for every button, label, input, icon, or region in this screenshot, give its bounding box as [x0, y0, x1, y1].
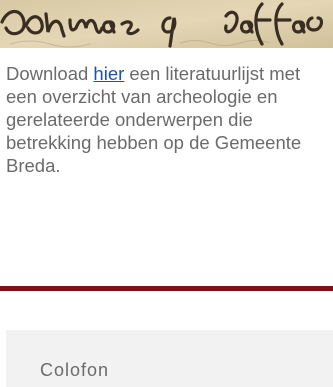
- section-divider: [0, 286, 333, 291]
- manuscript-header-image: [0, 0, 333, 48]
- handwritten-script-image: [0, 0, 333, 48]
- colofon-panel: Colofon: [6, 330, 333, 387]
- colofon-heading: Colofon: [40, 360, 110, 380]
- intro-text-before-link: Download: [6, 63, 94, 84]
- download-here-link[interactable]: hier: [93, 63, 124, 84]
- literature-intro-text: Download hier een literatuurlijst met ee…: [6, 62, 328, 177]
